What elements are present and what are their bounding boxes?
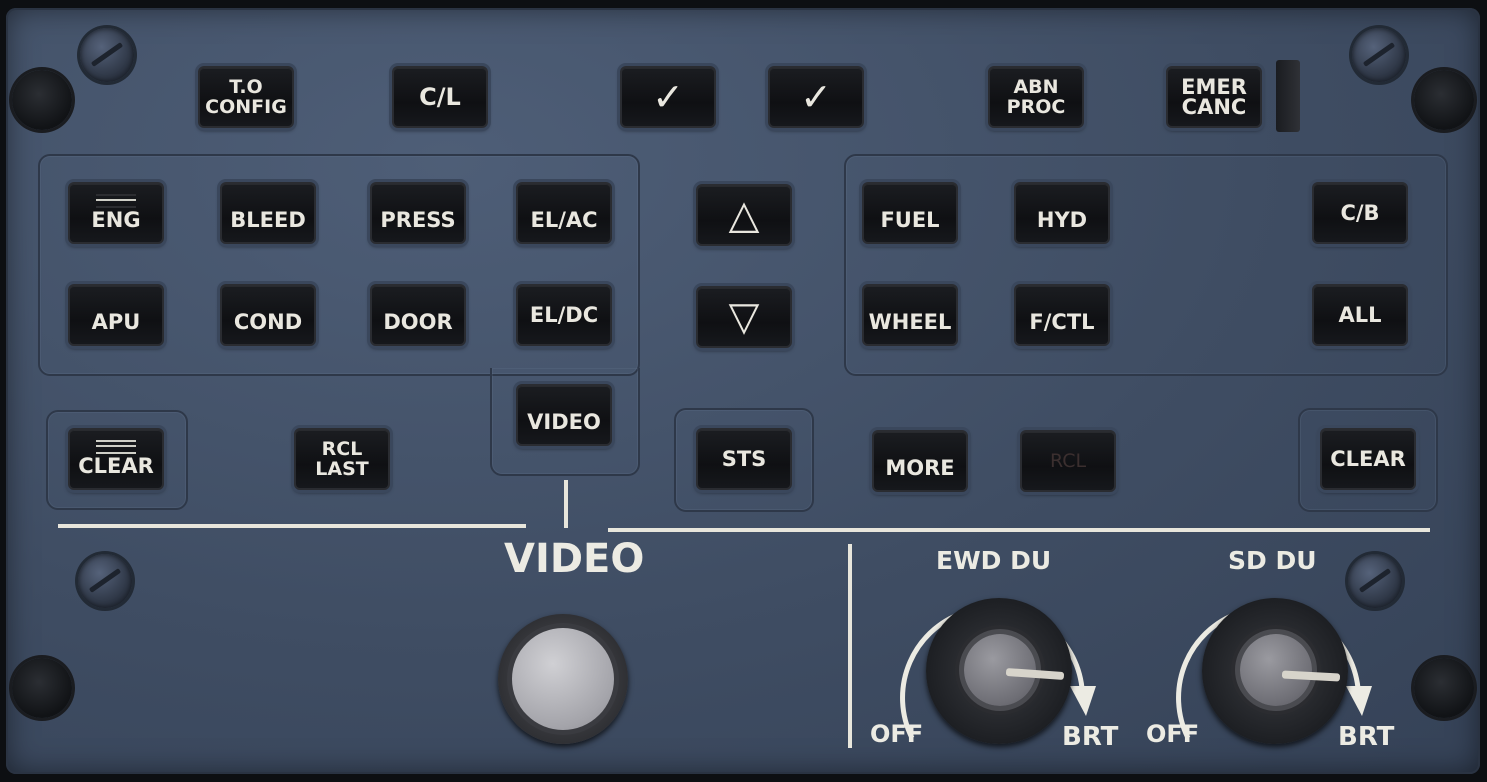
more-button[interactable]: MORE (872, 430, 968, 492)
to-config-label: T.O CONFIG (205, 76, 287, 118)
screw-bottom-left (78, 554, 132, 608)
screw-top-left (80, 28, 134, 82)
bolt-top-right (1414, 70, 1474, 130)
cb-button[interactable]: C/B (1312, 182, 1408, 244)
apu-label: APU (91, 309, 141, 334)
video-section-label: VIDEO (504, 536, 645, 582)
divider-video-tick (564, 480, 568, 528)
video-button[interactable]: VIDEO (516, 384, 612, 446)
sts-button[interactable]: STS (696, 428, 792, 490)
video-knob-cap (512, 628, 614, 730)
all-label: ALL (1338, 302, 1382, 327)
divider-vertical (848, 544, 852, 748)
divider-right (608, 528, 1430, 532)
hyd-button[interactable]: HYD (1014, 182, 1110, 244)
wheel-button[interactable]: WHEEL (862, 284, 958, 346)
all-button[interactable]: ALL (1312, 284, 1408, 346)
to-config-button[interactable]: T.O CONFIG (198, 66, 294, 128)
clear-left-button[interactable]: CLEAR (68, 428, 164, 490)
cb-label: C/B (1340, 200, 1380, 225)
fctl-button[interactable]: F/CTL (1014, 284, 1110, 346)
bleed-button[interactable]: BLEED (220, 182, 316, 244)
bolt-bottom-left (12, 658, 72, 718)
triangle-up-icon: △ (728, 191, 760, 238)
el-ac-label: EL/AC (530, 207, 598, 232)
door-button[interactable]: DOOR (370, 284, 466, 346)
sd-du-knob-cap (1240, 634, 1312, 706)
fuel-label: FUEL (880, 207, 940, 232)
clear-right-label: CLEAR (1330, 446, 1406, 471)
el-dc-label: EL/DC (529, 302, 599, 327)
apu-button[interactable]: APU (68, 284, 164, 346)
fuel-button[interactable]: FUEL (862, 182, 958, 244)
ecam-control-panel: T.O CONFIG C/L ✓ ✓ ABN PROC EMER CANC EN… (6, 8, 1480, 774)
abn-proc-label: ABN PROC (1006, 76, 1066, 118)
press-label: PRESS (380, 207, 456, 232)
check-icon: ✓ (800, 74, 832, 119)
check-button-2[interactable]: ✓ (768, 66, 864, 128)
el-ac-button[interactable]: EL/AC (516, 182, 612, 244)
eng-button[interactable]: ENG (68, 182, 164, 244)
checklist-button[interactable]: C/L (392, 66, 488, 128)
rcl-label: RCL (1049, 449, 1087, 472)
emer-canc-guard (1276, 60, 1300, 132)
emer-canc-button[interactable]: EMER CANC (1166, 66, 1262, 128)
divider-left (58, 524, 526, 528)
cond-label: COND (233, 309, 303, 334)
bleed-label: BLEED (230, 207, 306, 232)
check-button-1[interactable]: ✓ (620, 66, 716, 128)
page-up-button[interactable]: △ (696, 184, 792, 246)
screw-top-right (1352, 28, 1406, 82)
hyd-label: HYD (1036, 207, 1088, 232)
check-icon: ✓ (652, 74, 684, 119)
fctl-label: F/CTL (1029, 309, 1095, 334)
abn-proc-button[interactable]: ABN PROC (988, 66, 1084, 128)
page-down-button[interactable]: ▽ (696, 286, 792, 348)
triangle-down-icon: ▽ (728, 293, 760, 340)
bolt-top-left (12, 70, 72, 130)
rcl-last-button[interactable]: RCL LAST (294, 428, 390, 490)
more-label: MORE (885, 455, 955, 480)
indicator-strips (96, 440, 136, 454)
bolt-bottom-right (1414, 658, 1474, 718)
rcl-button[interactable]: RCL (1020, 430, 1116, 492)
indicator-strips (96, 194, 136, 208)
cond-button[interactable]: COND (220, 284, 316, 346)
press-button[interactable]: PRESS (370, 182, 466, 244)
el-dc-button[interactable]: EL/DC (516, 284, 612, 346)
checklist-label: C/L (419, 82, 461, 111)
rcl-last-label: RCL LAST (315, 438, 369, 480)
emer-canc-label: EMER CANC (1181, 75, 1247, 119)
sts-label: STS (721, 446, 767, 471)
door-label: DOOR (383, 309, 453, 334)
video-button-label: VIDEO (527, 409, 601, 434)
wheel-label: WHEEL (868, 309, 952, 334)
clear-right-button[interactable]: CLEAR (1320, 428, 1416, 490)
